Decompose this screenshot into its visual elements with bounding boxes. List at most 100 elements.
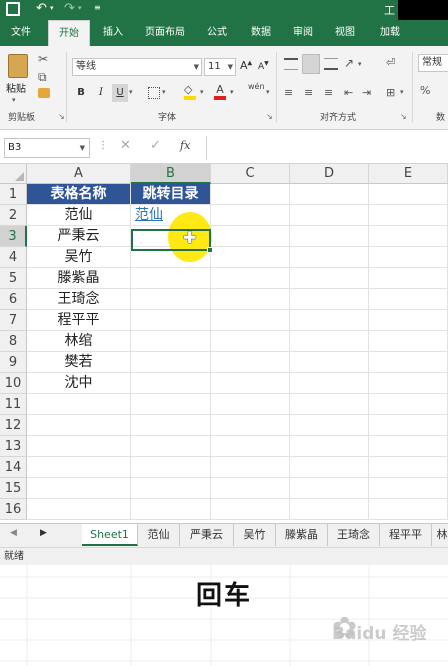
cell-d9[interactable]	[290, 352, 369, 373]
shrink-font-icon[interactable]: A▼	[258, 60, 269, 72]
row-header-1[interactable]: 1	[0, 184, 27, 205]
cell-b15[interactable]	[131, 478, 211, 499]
customize-qat-icon[interactable]: ≡	[94, 3, 101, 12]
cell-b11[interactable]	[131, 394, 211, 415]
align-left-icon[interactable]: ≡	[284, 86, 293, 99]
align-top-icon[interactable]	[284, 58, 298, 70]
sheet-tab-wangqinian[interactable]: 王琦念	[328, 524, 380, 546]
cell-e13[interactable]	[369, 436, 448, 457]
tab-file[interactable]: 文件	[4, 20, 38, 46]
cell-e10[interactable]	[369, 373, 448, 394]
cell-d11[interactable]	[290, 394, 369, 415]
paste-button[interactable]: 粘贴	[4, 52, 34, 95]
cell-d15[interactable]	[290, 478, 369, 499]
row-header-7[interactable]: 7	[0, 310, 27, 331]
paste-dropdown-icon[interactable]: ▾	[12, 96, 16, 104]
cell-e1[interactable]	[369, 184, 448, 205]
cell-c13[interactable]	[211, 436, 290, 457]
borders-dropdown-icon[interactable]: ▾	[162, 88, 166, 96]
cell-d5[interactable]	[290, 268, 369, 289]
phonetic-dropdown-icon[interactable]: ▾	[266, 88, 270, 96]
cell-e4[interactable]	[369, 247, 448, 268]
cell-c10[interactable]	[211, 373, 290, 394]
cell-a7[interactable]: 程平平	[27, 310, 131, 331]
borders-icon[interactable]	[148, 87, 160, 99]
row-header-2[interactable]: 2	[0, 205, 27, 226]
cell-d14[interactable]	[290, 457, 369, 478]
cell-d4[interactable]	[290, 247, 369, 268]
font-size-combo[interactable]: 11 ▼	[204, 58, 236, 76]
cell-c16[interactable]	[211, 499, 290, 520]
tab-formulas[interactable]: 公式	[200, 20, 234, 46]
cell-b12[interactable]	[131, 415, 211, 436]
align-bottom-icon[interactable]	[324, 58, 338, 70]
cell-e8[interactable]	[369, 331, 448, 352]
copy-icon[interactable]: ⧉	[38, 70, 47, 85]
sheet-tab-tengzijing[interactable]: 滕紫晶	[276, 524, 328, 546]
cell-c5[interactable]	[211, 268, 290, 289]
cell-e2[interactable]	[369, 205, 448, 226]
name-box[interactable]: B3 ▼	[4, 138, 90, 158]
cell-e12[interactable]	[369, 415, 448, 436]
tab-insert[interactable]: 插入	[96, 20, 130, 46]
font-launcher-icon[interactable]: ↘	[266, 112, 273, 121]
row-header-16[interactable]: 16	[0, 499, 27, 520]
row-header-13[interactable]: 13	[0, 436, 27, 457]
cell-c8[interactable]	[211, 331, 290, 352]
orientation-dropdown-icon[interactable]: ▾	[358, 60, 362, 68]
cell-d13[interactable]	[290, 436, 369, 457]
cell-d12[interactable]	[290, 415, 369, 436]
currency-icon[interactable]: %	[420, 84, 430, 97]
tab-review[interactable]: 审阅	[286, 20, 320, 46]
cell-d8[interactable]	[290, 331, 369, 352]
cell-c3[interactable]	[211, 226, 290, 247]
cell-e5[interactable]	[369, 268, 448, 289]
cell-b10[interactable]	[131, 373, 211, 394]
cell-b9[interactable]	[131, 352, 211, 373]
wrap-text-icon[interactable]: ⏎	[386, 56, 395, 69]
cell-d6[interactable]	[290, 289, 369, 310]
scroll-tabs-left-icon[interactable]: ◀	[10, 528, 17, 538]
fill-color-dropdown-icon[interactable]: ▾	[200, 88, 204, 96]
sheet-tab-wuzhu[interactable]: 吴竹	[234, 524, 276, 546]
cell-b5[interactable]	[131, 268, 211, 289]
fill-handle[interactable]	[207, 247, 213, 253]
bold-button[interactable]: B	[74, 84, 88, 102]
cell-a2[interactable]: 范仙	[27, 205, 131, 226]
cell-d1[interactable]	[290, 184, 369, 205]
underline-button[interactable]: U	[112, 84, 128, 102]
cell-d3[interactable]	[290, 226, 369, 247]
column-header-b[interactable]: B	[131, 164, 211, 184]
column-header-c[interactable]: C	[211, 164, 290, 184]
cell-a11[interactable]	[27, 394, 131, 415]
sheet-tab-chengpingping[interactable]: 程平平	[380, 524, 432, 546]
undo-dropdown-icon[interactable]: ▾	[50, 4, 54, 12]
cell-a15[interactable]	[27, 478, 131, 499]
cut-icon[interactable]: ✂	[38, 52, 48, 66]
cell-d10[interactable]	[290, 373, 369, 394]
cell-a1[interactable]: 表格名称	[27, 184, 131, 205]
align-center-icon[interactable]: ≡	[304, 86, 313, 99]
sheet-tab-yanbingyun[interactable]: 严秉云	[180, 524, 234, 546]
select-all-corner[interactable]	[0, 164, 27, 184]
underline-dropdown-icon[interactable]: ▾	[129, 88, 133, 96]
cell-e6[interactable]	[369, 289, 448, 310]
cell-d16[interactable]	[290, 499, 369, 520]
cell-c14[interactable]	[211, 457, 290, 478]
italic-button[interactable]: I	[94, 84, 108, 102]
formula-input[interactable]	[206, 136, 448, 160]
save-icon[interactable]	[6, 2, 20, 16]
sheet-tab-lin[interactable]: 林	[432, 524, 448, 546]
tab-data[interactable]: 数据	[244, 20, 278, 46]
column-header-d[interactable]: D	[290, 164, 369, 184]
cell-b14[interactable]	[131, 457, 211, 478]
cell-c6[interactable]	[211, 289, 290, 310]
cell-a13[interactable]	[27, 436, 131, 457]
cell-a6[interactable]: 王琦念	[27, 289, 131, 310]
cell-e16[interactable]	[369, 499, 448, 520]
tab-home[interactable]: 开始	[48, 20, 90, 46]
font-color-icon[interactable]: A	[214, 84, 226, 100]
cell-c12[interactable]	[211, 415, 290, 436]
cell-c1[interactable]	[211, 184, 290, 205]
cell-d2[interactable]	[290, 205, 369, 226]
